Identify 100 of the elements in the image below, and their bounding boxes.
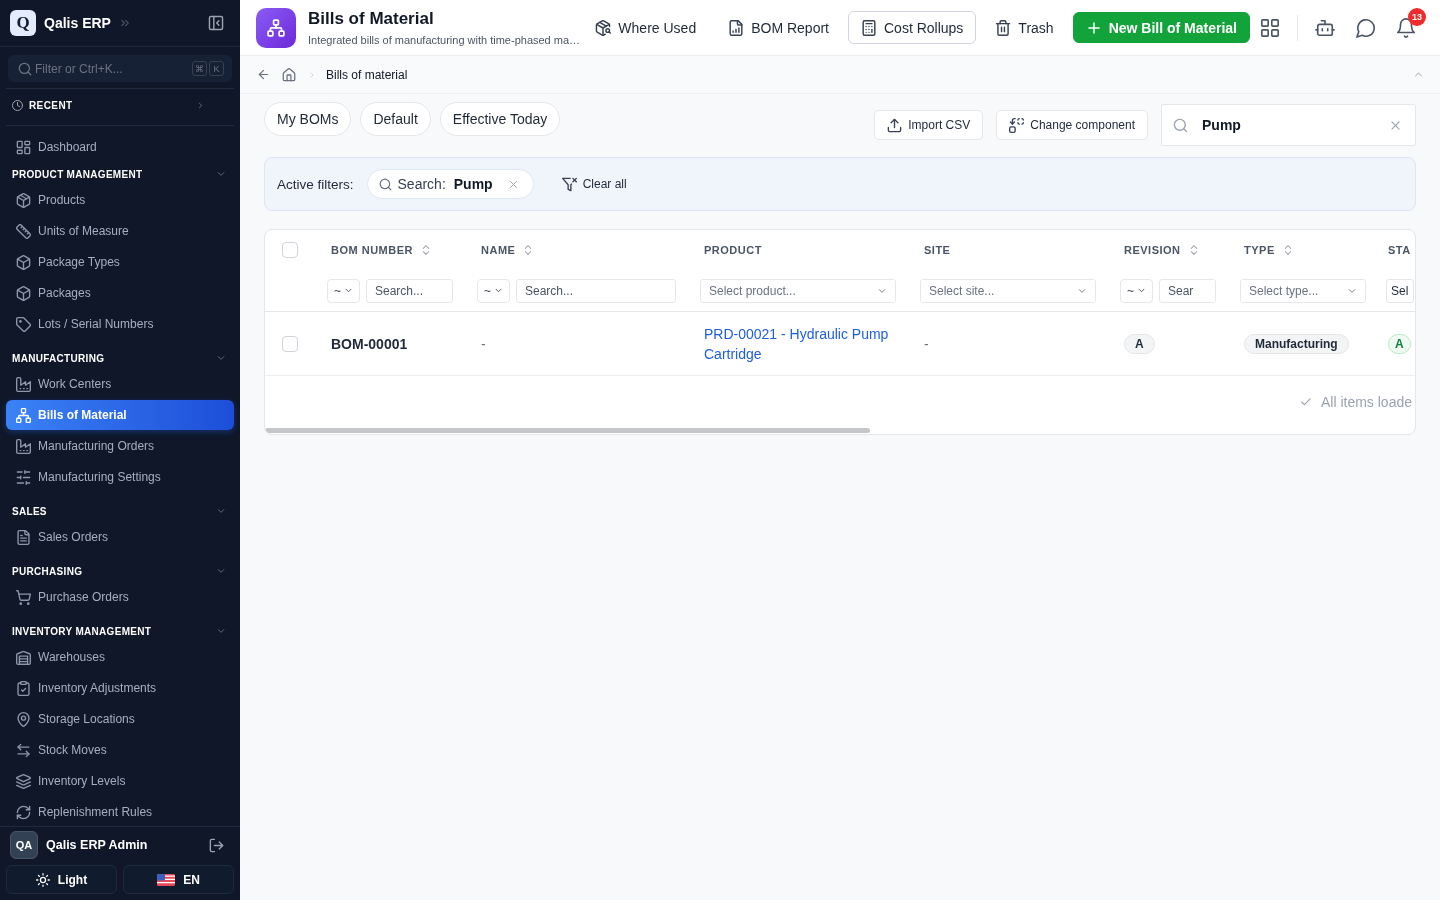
change-component-button[interactable]: Change component [996, 110, 1148, 140]
recent-toggle[interactable]: RECENT [0, 95, 240, 115]
scrollbar-thumb[interactable] [265, 428, 870, 433]
filter-chip[interactable]: Search: Pump [366, 169, 534, 199]
select-field[interactable]: Select type... [1240, 278, 1366, 303]
sun-icon [35, 872, 50, 887]
nav-item[interactable]: Sales Orders [6, 522, 234, 552]
tag-icon [16, 316, 31, 332]
layers-icon [16, 773, 31, 789]
remove-icon[interactable] [507, 178, 519, 190]
home-icon[interactable] [282, 67, 296, 82]
filter-input[interactable]: Search... [366, 278, 453, 303]
double-chevron-icon[interactable] [118, 17, 131, 29]
hierarchy-icon [256, 7, 296, 48]
view-button[interactable]: My BOMs [264, 102, 352, 136]
chat-bubble-icon[interactable] [1356, 17, 1376, 38]
nav-item[interactable]: Replenishment Rules [6, 797, 234, 826]
view-button[interactable]: Default [360, 102, 431, 136]
nav-item[interactable]: Manufacturing Settings [6, 462, 234, 492]
column-header: SITE [924, 244, 951, 256]
product-link[interactable]: PRD-00021 - Hydraulic Pump Cartridge [704, 323, 890, 364]
select-field[interactable]: Sel [1386, 278, 1414, 303]
filter-input[interactable]: Sear [1159, 278, 1216, 303]
nav-item[interactable]: Warehouses [6, 642, 234, 672]
keyboard-key: ⌘ [192, 61, 207, 76]
operator-dropdown[interactable]: ~ [327, 278, 360, 303]
nav-item[interactable]: Bills of Material [6, 400, 234, 430]
language-button[interactable]: EN [123, 865, 234, 894]
nav-item[interactable]: Units of Measure [6, 216, 234, 246]
section-toggle[interactable]: MANUFACTURING [0, 347, 240, 369]
apps-grid-icon[interactable] [1260, 17, 1280, 38]
check-icon [1299, 396, 1312, 408]
select-all-checkbox[interactable] [282, 242, 298, 258]
section-toggle[interactable]: INVENTORY MANAGEMENT [0, 620, 240, 642]
robot-icon[interactable] [1315, 17, 1335, 38]
select-field[interactable]: Select site... [920, 278, 1096, 303]
column-header[interactable]: BOM NUMBER [331, 244, 432, 256]
plus-icon [1085, 19, 1102, 36]
page-subtitle: Integrated bills of manufacturing with time-phased ma… [308, 34, 581, 46]
column-header[interactable]: REVISION [1124, 244, 1200, 256]
trash-button[interactable]: Trash [982, 11, 1067, 44]
select-field[interactable]: Select product... [700, 278, 896, 303]
nav-item[interactable]: Inventory Adjustments [6, 673, 234, 703]
nav-item[interactable]: Stock Moves [6, 735, 234, 765]
chevron-down-icon [1137, 286, 1146, 295]
flag-icon [157, 873, 176, 886]
arrows-icon [16, 742, 31, 758]
sort-icon[interactable] [420, 244, 432, 256]
app-logo: Q [10, 10, 36, 36]
column-header: PRODUCT [704, 244, 762, 256]
nav-item[interactable]: Purchase Orders [6, 582, 234, 612]
column-header[interactable]: NAME [481, 244, 535, 256]
column-header[interactable]: TYPE [1244, 244, 1294, 256]
filter-input[interactable]: Search... [516, 278, 676, 303]
column-header: STA [1388, 244, 1411, 256]
nav-item[interactable]: Work Centers [6, 369, 234, 399]
section-toggle[interactable]: PRODUCT MANAGEMENT [0, 163, 240, 185]
trash-icon [995, 19, 1012, 36]
nav-item[interactable]: Storage Locations [6, 704, 234, 734]
import-csv-button[interactable]: Import CSV [874, 110, 984, 140]
operator-dropdown[interactable]: ~ [1120, 278, 1153, 303]
calculator-icon [861, 19, 877, 36]
chevron-right-icon [308, 70, 316, 79]
notification-badge: 13 [1408, 7, 1426, 26]
row-checkbox[interactable] [282, 335, 298, 352]
filter-clear-icon [561, 176, 577, 192]
bom-report-button[interactable]: BOM Report [715, 11, 842, 44]
breadcrumb-current: Bills of material [326, 67, 408, 82]
nav-item[interactable]: Packages [6, 278, 234, 308]
status-badge: A [1388, 333, 1411, 354]
sidebar-toggle-icon[interactable] [208, 15, 224, 31]
factory-icon [16, 438, 31, 454]
nav-item[interactable]: Manufacturing Orders [6, 431, 234, 461]
cost-rollups-button[interactable]: Cost Rollups [848, 11, 977, 44]
logout-icon[interactable] [209, 837, 224, 853]
package-search-icon [595, 19, 612, 36]
nav-item[interactable]: Dashboard [6, 132, 234, 162]
section-toggle[interactable]: PURCHASING [0, 560, 240, 582]
cart-icon [16, 589, 31, 605]
nav-item[interactable]: Package Types [6, 247, 234, 277]
chevron-up-icon[interactable] [1413, 69, 1424, 80]
cube-icon [16, 254, 31, 270]
theme-button[interactable]: Light [6, 865, 117, 894]
nav-item[interactable]: Inventory Levels [6, 766, 234, 796]
nav-item[interactable]: Products [6, 185, 234, 215]
badge: A [1124, 333, 1155, 354]
nav-item[interactable]: Lots / Serial Numbers [6, 309, 234, 339]
dashboard-icon [16, 139, 31, 155]
section-toggle[interactable]: SALES [0, 500, 240, 522]
sliders-icon [16, 469, 31, 485]
view-button[interactable]: Effective Today [439, 102, 561, 136]
search-icon [18, 61, 32, 76]
warehouse-icon [16, 649, 31, 665]
clear-all-button[interactable]: Clear all [561, 176, 627, 192]
search-field[interactable]: Pump [1161, 104, 1416, 146]
where-used-button[interactable]: Where Used [582, 11, 710, 44]
operator-dropdown[interactable]: ~ [477, 278, 510, 303]
filters-label: Active filters: [277, 176, 354, 192]
clear-icon[interactable] [1389, 118, 1402, 132]
search-icon [1173, 117, 1188, 133]
